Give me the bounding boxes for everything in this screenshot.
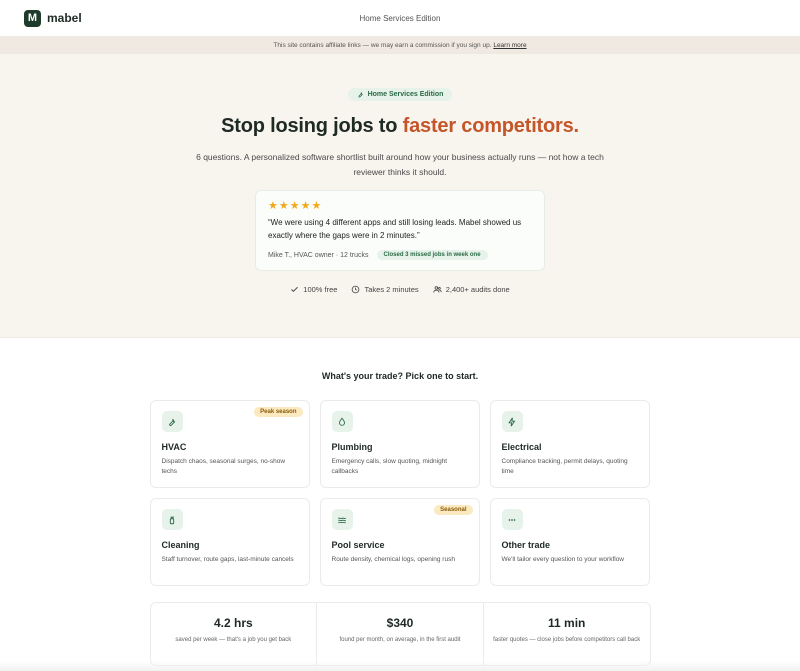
trust-item-time: Takes 2 minutes [351, 285, 419, 294]
stat-hours: 4.2 hrs saved per week — that's a job yo… [151, 603, 318, 665]
trade-card-plumbing[interactable]: Plumbing Emergency calls, slow quoting, … [319, 400, 480, 488]
card-title: HVAC [161, 442, 187, 452]
trade-card-cleaning[interactable]: Cleaning Staff turnover, route gaps, las… [149, 498, 310, 586]
edition-pill-label: Home Services Edition [367, 91, 444, 98]
card-title: Pool service [331, 540, 385, 550]
dots-icon [501, 509, 523, 530]
card-title: Cleaning [161, 540, 200, 550]
trust-item-audits: 2,400+ audits done [433, 285, 510, 294]
stat-money: $340 found per month, on average, in the… [317, 603, 484, 665]
card-desc: Compliance tracking, permit delays, quot… [501, 458, 628, 475]
page-title: Stop losing jobs to faster competitors. [0, 115, 800, 138]
card-desc: We'll tailor every question to your work… [501, 556, 625, 563]
edition-label: Home Services Edition [359, 13, 441, 23]
clock-icon [352, 285, 360, 294]
trade-heading: What's your trade? Pick one to start. [321, 371, 479, 381]
trade-card-electrical[interactable]: Electrical Compliance tracking, permit d… [489, 400, 650, 488]
users-icon [433, 286, 442, 293]
stat-value: $340 [386, 616, 414, 630]
stats-strip: 4.2 hrs saved per week — that's a job yo… [149, 602, 651, 666]
hero-section: Home Services Edition Stop losing jobs t… [0, 54, 800, 338]
trade-grid: Peak season HVAC Dispatch chaos, seasona… [149, 400, 651, 586]
trust-item-free: 100% free [290, 285, 337, 294]
wrench-icon [161, 411, 183, 432]
testimonial-author: Mike T., HVAC owner · 12 trucks [268, 251, 369, 259]
trade-card-other[interactable]: Other trade We'll tailor every question … [489, 498, 650, 586]
trust-row: 100% free Takes 2 minutes 2,400+ audits … [0, 285, 800, 294]
stat-label: faster quotes — close jobs before compet… [493, 637, 641, 643]
stat-value: 4.2 hrs [213, 616, 253, 630]
stat-value: 11 min [548, 616, 586, 630]
waves-icon [331, 509, 353, 530]
trust-label: Takes 2 minutes [364, 285, 419, 294]
logo[interactable]: M mabel [24, 9, 82, 27]
card-title: Electrical [501, 442, 542, 452]
spray-bottle-icon [161, 509, 183, 530]
testimonial-badge: Closed 3 missed jobs in week one [376, 250, 488, 260]
stat-label: found per month, on average, in the firs… [339, 637, 461, 643]
affiliate-banner: This site contains affiliate links — we … [0, 37, 800, 54]
card-desc: Emergency calls, slow quoting, midnight … [331, 458, 448, 475]
card-desc: Staff turnover, route gaps, last-minute … [161, 556, 294, 563]
peak-season-badge: Peak season [254, 407, 303, 417]
stat-label: saved per week — that's a job you get ba… [175, 637, 292, 643]
top-bar: M mabel Home Services Edition [0, 0, 800, 37]
stat-quotes: 11 min faster quotes — close jobs before… [484, 603, 650, 665]
card-desc: Route density, chemical logs, opening ru… [331, 556, 455, 563]
testimonial-quote: “We were using 4 different apps and stil… [268, 218, 522, 240]
edition-pill: Home Services Edition [347, 88, 453, 101]
hero-subtitle: 6 questions. A personalized software sho… [196, 152, 604, 177]
seasonal-badge: Seasonal [434, 505, 473, 515]
star-rating: ★★★★★ [268, 200, 323, 212]
trade-section: What's your trade? Pick one to start. Pe… [0, 338, 800, 666]
logo-mark: M [24, 9, 41, 27]
card-desc: Dispatch chaos, seasonal surges, no-show… [161, 458, 286, 475]
logo-text: mabel [47, 11, 82, 25]
title-accent: faster competitors. [402, 115, 579, 137]
trust-label: 2,400+ audits done [445, 285, 510, 294]
bolt-icon [501, 411, 523, 432]
trade-card-hvac[interactable]: Peak season HVAC Dispatch chaos, seasona… [149, 400, 310, 488]
learn-more-link[interactable]: Learn more [493, 42, 526, 49]
check-icon [291, 286, 299, 293]
trade-card-pool[interactable]: Seasonal Pool service Route density, che… [319, 498, 480, 586]
affiliate-text: This site contains affiliate links — we … [273, 42, 492, 49]
droplet-icon [331, 411, 353, 432]
wrench-icon [358, 92, 363, 98]
card-title: Other trade [501, 540, 551, 550]
bottom-fade [0, 661, 800, 671]
trust-label: 100% free [303, 285, 338, 294]
card-title: Plumbing [331, 442, 373, 452]
testimonial-card: ★★★★★ “We were using 4 different apps an… [255, 190, 545, 271]
title-plain: Stop losing jobs to [221, 115, 403, 137]
